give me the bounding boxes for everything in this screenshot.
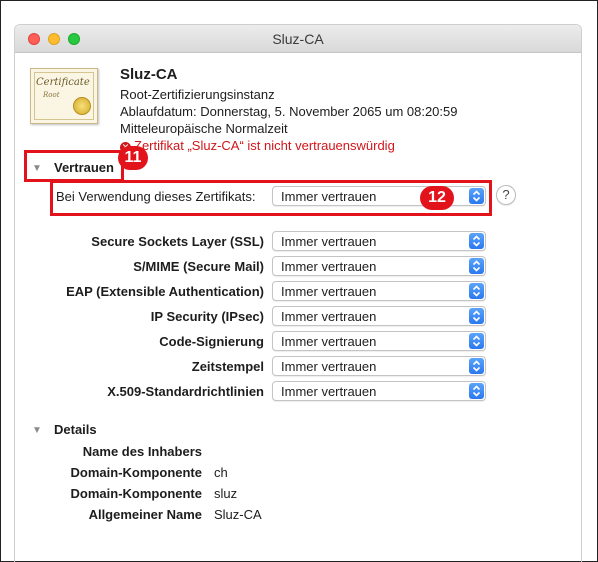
policy-select-value: Immer vertrauen <box>281 359 377 374</box>
certificate-icon-subtitle: Root <box>43 91 60 99</box>
certificate-icon: Certificate Root <box>30 68 98 124</box>
help-button[interactable]: ? <box>496 185 516 205</box>
policy-select[interactable]: Immer vertrauen <box>272 331 486 351</box>
annotation-badge-11: 11 <box>118 146 148 170</box>
details-section-title[interactable]: Details <box>54 422 97 437</box>
policy-select-value: Immer vertrauen <box>281 309 377 324</box>
policy-select-value: Immer vertrauen <box>281 334 377 349</box>
policy-label: Code-Signierung <box>159 334 264 349</box>
certificate-name: Sluz-CA <box>120 66 178 83</box>
policy-select[interactable]: Immer vertrauen <box>272 356 486 376</box>
policy-label: IP Security (IPsec) <box>150 309 264 324</box>
certificate-expiry: Ablaufdatum: Donnerstag, 5. November 206… <box>120 104 458 119</box>
policy-label: Zeitstempel <box>191 359 264 374</box>
policy-select-value: Immer vertrauen <box>281 234 377 249</box>
annotation-badge-12: 12 <box>420 186 454 210</box>
certificate-seal-icon <box>73 97 91 115</box>
policy-select[interactable]: Immer vertrauen <box>272 381 486 401</box>
policy-label: Secure Sockets Layer (SSL) <box>91 234 264 249</box>
chevron-updown-icon <box>469 283 484 299</box>
policy-select-value: Immer vertrauen <box>281 284 377 299</box>
window-title: Sluz-CA <box>272 31 324 47</box>
chevron-updown-icon <box>469 333 484 349</box>
policy-select[interactable]: Immer vertrauen <box>272 231 486 251</box>
policy-select[interactable]: Immer vertrauen <box>272 256 486 276</box>
chevron-updown-icon <box>469 383 484 399</box>
policy-select[interactable]: Immer vertrauen <box>272 306 486 326</box>
trust-warning-text: Zertifikat „Sluz-CA“ ist nicht vertrauen… <box>134 138 395 153</box>
certificate-expiry-timezone: Mitteleuropäische Normalzeit <box>120 121 288 136</box>
certificate-type: Root-Zertifizierungsinstanz <box>120 87 275 102</box>
detail-label: Domain-Komponente <box>70 465 202 480</box>
chevron-updown-icon <box>469 308 484 324</box>
certificate-icon-title: Certificate <box>36 77 90 88</box>
detail-label: Allgemeiner Name <box>88 507 202 522</box>
policy-select[interactable]: Immer vertrauen <box>272 281 486 301</box>
chevron-updown-icon <box>469 258 484 274</box>
policy-label: S/MIME (Secure Mail) <box>133 259 264 274</box>
detail-label: Domain-Komponente <box>70 486 202 501</box>
details-disclosure-triangle-icon[interactable]: ▼ <box>32 425 42 436</box>
subject-name-heading: Name des Inhabers <box>82 444 202 459</box>
chevron-updown-icon <box>469 358 484 374</box>
detail-value: sluz <box>214 486 238 501</box>
detail-value: Sluz-CA <box>214 507 262 522</box>
policy-select-value: Immer vertrauen <box>281 384 377 399</box>
title-bar: Sluz-CA <box>15 25 581 53</box>
policy-label: X.509-Standardrichtlinien <box>107 384 264 399</box>
chevron-updown-icon <box>469 233 484 249</box>
policy-label: EAP (Extensible Authentication) <box>66 284 264 299</box>
policy-select-value: Immer vertrauen <box>281 259 377 274</box>
highlight-box-trust <box>24 150 124 182</box>
trust-warning: ✕Zertifikat „Sluz-CA“ ist nicht vertraue… <box>120 138 395 153</box>
detail-value: ch <box>214 465 228 480</box>
